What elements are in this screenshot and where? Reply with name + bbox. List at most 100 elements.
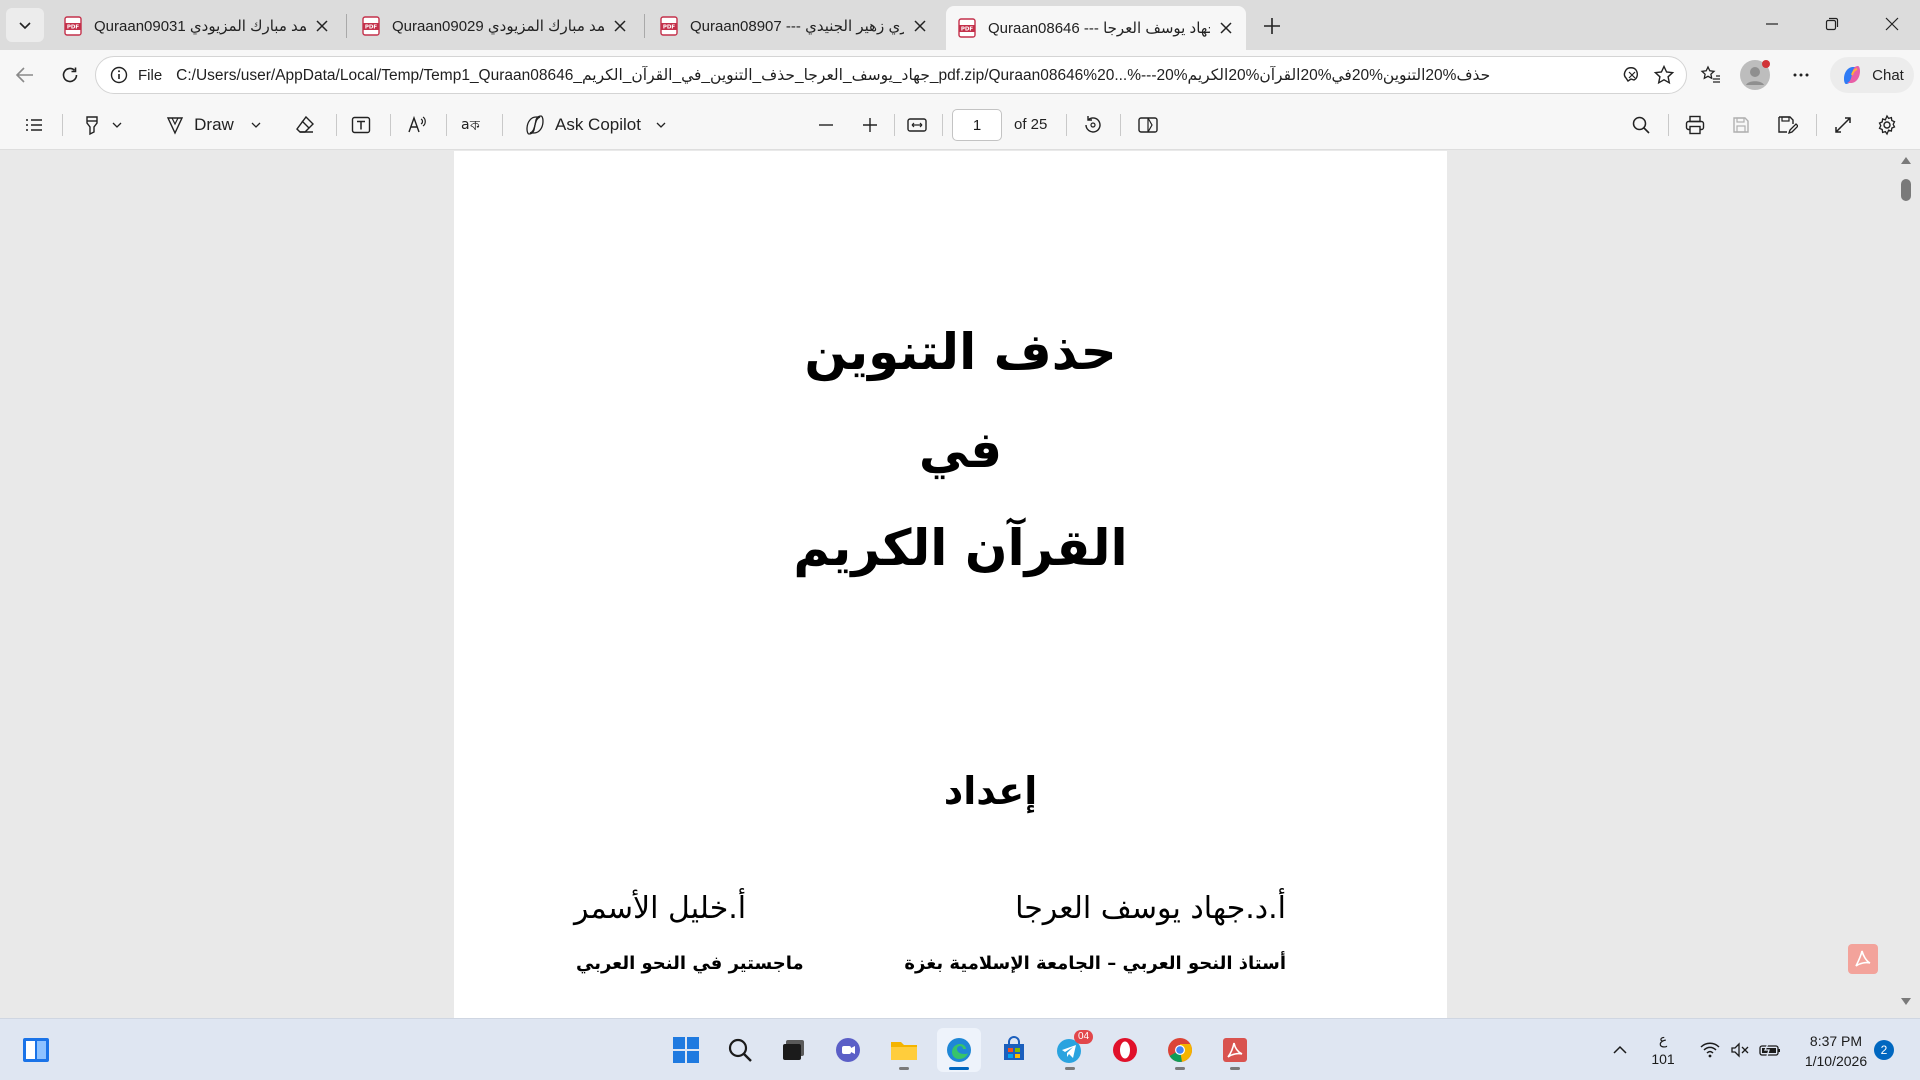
pdf-settings-button[interactable] [1870,109,1904,141]
opera-button[interactable] [1103,1028,1147,1072]
search-icon [728,1038,752,1062]
folder-icon [891,1042,917,1060]
rotate-icon [1085,116,1101,133]
minus-icon [819,124,833,126]
tab-quraan09029[interactable]: PDF Quraan09029 محمد مبارك المزيودي [350,6,640,46]
pdf-file-icon: PDF [958,18,976,38]
close-tab-button[interactable] [610,16,630,36]
refresh-button[interactable] [53,58,87,92]
notification-badge[interactable]: 2 [1874,1040,1894,1060]
close-tab-button[interactable] [312,16,332,36]
task-view-button[interactable] [772,1028,816,1072]
pdf-toolbar: Draw aক Ask Copilot 1 of 25 [0,100,1920,150]
ask-copilot-label: Ask Copilot [555,115,641,134]
add-text-button[interactable] [344,109,378,141]
start-button[interactable] [664,1028,708,1072]
close-window-button[interactable] [1862,0,1920,48]
site-info-icon[interactable] [106,62,132,88]
minimize-button[interactable] [1742,0,1802,48]
pdf-viewer[interactable]: حذف التنوين في القرآن الكريم إعداد أ.د.ج… [0,151,1920,1018]
save-as-button[interactable] [1770,109,1804,141]
telegram-button[interactable]: 04 [1048,1028,1094,1072]
search-icon [1632,116,1650,134]
search-button[interactable] [718,1028,762,1072]
close-icon [1220,22,1232,34]
scroll-up-arrow-icon[interactable] [1900,155,1912,165]
url-text[interactable]: C:/Users/user/AppData/Local/Temp/Temp1_Q… [176,66,1608,85]
store-button[interactable] [992,1028,1036,1072]
favorite-star-icon[interactable] [1648,59,1680,91]
address-bar[interactable]: File C:/Users/user/AppData/Local/Temp/Te… [95,56,1687,94]
volume-muted-icon[interactable] [1726,1019,1754,1080]
show-hidden-icons-button[interactable] [1606,1019,1634,1080]
meet-button[interactable] [826,1028,870,1072]
printer-icon [1685,115,1705,135]
close-tab-button[interactable] [910,16,930,36]
system-clock[interactable]: 8:37 PM 1/10/2026 [1796,1031,1876,1071]
new-tab-button[interactable] [1256,10,1288,42]
vertical-scrollbar[interactable] [1896,151,1916,1018]
windows-taskbar: 04 ع 101 8:37 PM 1/10/2026 2 [0,1018,1920,1080]
running-indicator [1175,1067,1185,1070]
close-tab-button[interactable] [1216,18,1236,38]
fit-to-width-button[interactable] [900,109,934,141]
wifi-icon[interactable] [1696,1019,1724,1080]
zoom-in-button[interactable] [854,109,886,141]
translate-button[interactable]: aক [454,109,490,141]
widgets-button[interactable] [14,1028,58,1072]
fullscreen-button[interactable] [1826,109,1860,141]
tab-quraan09031[interactable]: PDF Quraan09031 محمد مبارك المزيودي [52,6,342,46]
close-icon [614,20,626,32]
scroll-down-arrow-icon[interactable] [1900,997,1912,1007]
restore-button[interactable] [1802,0,1862,48]
page-view-button[interactable] [1130,109,1166,141]
svg-text:ক: ক [469,118,480,134]
running-indicator [1230,1067,1240,1070]
author-name: أ.خليل الأسمر [574,891,747,926]
page-number-input[interactable]: 1 [952,109,1002,141]
more-options-button[interactable] [1784,58,1818,92]
store-icon [1004,1036,1024,1060]
favorites-button[interactable] [1694,58,1728,92]
rotate-button[interactable] [1076,109,1110,141]
zoom-out-button[interactable] [810,109,842,141]
keyboard-language-indicator[interactable]: ع 101 [1648,1029,1678,1069]
tab-label: Quraan08907 --- خيري زهير الجنيدي [690,18,904,35]
running-indicator [1065,1067,1075,1070]
copilot-icon [1844,66,1861,84]
tab-separator [644,14,645,38]
chrome-button[interactable] [1158,1028,1202,1072]
print-button[interactable] [1678,109,1712,141]
copilot-chat-button[interactable]: Chat [1830,57,1914,93]
scrollbar-thumb[interactable] [1901,179,1911,201]
battery-icon[interactable] [1756,1019,1786,1080]
edge-button[interactable] [937,1028,981,1072]
restore-icon [1825,17,1839,31]
acrobat-icon[interactable] [1848,944,1878,974]
find-button[interactable] [1624,109,1658,141]
tab-quraan08646[interactable]: PDF Quraan08646 --- جهاد يوسف العرجا [946,6,1246,50]
draw-button[interactable]: Draw [156,109,270,141]
back-button[interactable] [8,58,42,92]
acrobat-button[interactable] [1213,1028,1257,1072]
file-explorer-button[interactable] [882,1028,926,1072]
copilot-outline-icon [526,115,544,135]
ask-copilot-button[interactable]: Ask Copilot [516,109,674,141]
contents-button[interactable] [18,109,50,141]
pdf-page: حذف التنوين في القرآن الكريم إعداد أ.د.ج… [454,151,1447,1018]
erase-button[interactable] [288,109,322,141]
read-aloud-icon [408,115,426,133]
read-aloud-button[interactable] [400,109,434,141]
navigation-bar: File C:/Users/user/AppData/Local/Temp/Te… [0,50,1920,100]
edge-icon [947,1038,971,1062]
svg-text:PDF: PDF [365,25,378,31]
highlight-button[interactable] [72,109,132,141]
telegram-badge: 04 [1074,1030,1094,1044]
tab-quraan08907[interactable]: PDF Quraan08907 --- خيري زهير الجنيدي [648,6,940,46]
eraser-icon [296,115,314,133]
read-aloud-icon[interactable] [1616,59,1648,91]
tab-actions-menu-button[interactable] [6,8,44,42]
save-button[interactable] [1724,109,1758,141]
opera-icon [1113,1038,1137,1062]
document-title-line-2: في [918,421,1003,479]
